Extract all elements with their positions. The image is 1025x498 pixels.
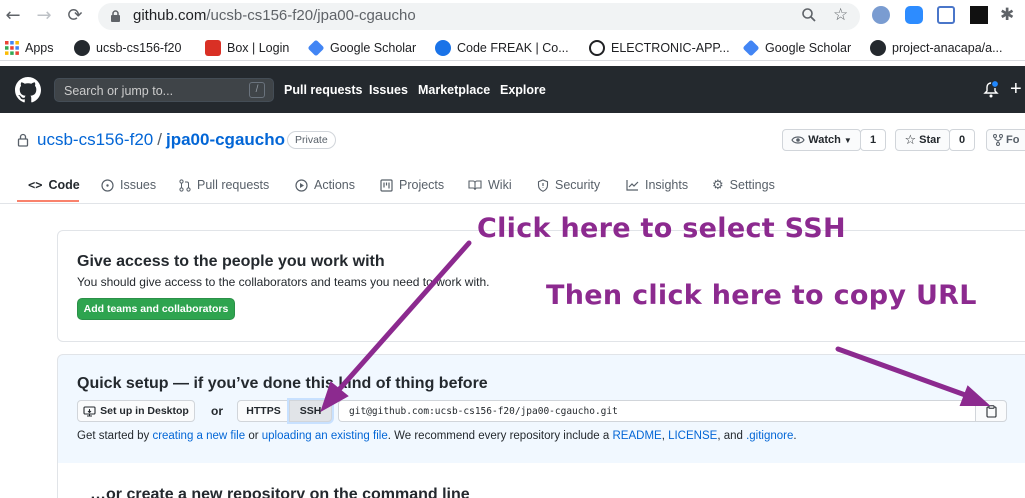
clipboard-icon <box>985 404 997 418</box>
chevron-down-icon: ▼ <box>843 135 852 145</box>
tab-settings[interactable]: ⚙ Settings <box>712 175 775 195</box>
repo-name-link[interactable]: jpa00-cgaucho <box>166 130 285 150</box>
project-icon <box>380 178 393 192</box>
github-icon <box>74 40 90 56</box>
create-file-link[interactable]: creating a new file <box>152 430 245 442</box>
quick-setup-hint: Get started by creating a new file or up… <box>77 430 797 442</box>
repo-separator: / <box>157 130 162 149</box>
tab-insights[interactable]: Insights <box>626 175 688 195</box>
watch-count[interactable]: 1 <box>860 129 886 151</box>
license-link[interactable]: LICENSE <box>668 430 717 442</box>
repo-title: ucsb-cs156-f20 / jpa00-cgaucho <box>17 130 285 150</box>
annotation-select-ssh: Click here to select SSH <box>477 213 846 244</box>
tab-issues[interactable]: Issues <box>101 175 156 195</box>
tab-code[interactable]: <> Code <box>28 175 80 195</box>
bookmark-apps[interactable]: Apps <box>5 39 54 57</box>
tabs-divider <box>0 203 1025 204</box>
selected-tab-underline <box>17 200 79 202</box>
bookmark-star-icon[interactable]: ☆ <box>833 5 848 25</box>
back-icon[interactable]: ← <box>2 4 24 28</box>
desktop-icon <box>83 405 96 416</box>
lock-icon <box>110 10 121 23</box>
box-icon <box>205 40 221 56</box>
nav-issues[interactable]: Issues <box>369 83 408 97</box>
issue-icon <box>101 178 114 192</box>
eye-icon <box>791 136 805 144</box>
star-count[interactable]: 0 <box>949 129 975 151</box>
visibility-badge: Private <box>287 131 336 149</box>
star-button[interactable]: ☆ Star <box>895 129 950 151</box>
nav-marketplace[interactable]: Marketplace <box>418 83 490 97</box>
gitignore-link[interactable]: .gitignore <box>746 430 793 442</box>
bookmark-ucsb-cs156[interactable]: ucsb-cs156-f20 <box>74 39 181 57</box>
quick-setup-title: Quick setup — if you’ve done this kind o… <box>77 375 488 392</box>
access-title: Give access to the people you work with <box>77 253 385 270</box>
fork-button[interactable]: Fo <box>986 129 1025 151</box>
tab-actions[interactable]: Actions <box>295 175 355 195</box>
code-icon: <> <box>28 178 43 192</box>
zoom-extension-icon[interactable] <box>905 6 923 24</box>
bookmark-google-scholar-2[interactable]: Google Scholar <box>742 39 851 57</box>
copy-url-button[interactable] <box>975 400 1007 422</box>
address-url[interactable]: github.com/ucsb-cs156-f20/jpa00-cgaucho <box>133 7 416 24</box>
globe-icon <box>589 40 605 56</box>
shield-icon <box>537 178 549 192</box>
tab-wiki[interactable]: Wiki <box>468 175 512 195</box>
bookmark-box[interactable]: Box | Login <box>205 39 289 57</box>
repo-owner-link[interactable]: ucsb-cs156-f20 <box>37 130 153 150</box>
github-logo-icon[interactable] <box>15 77 41 103</box>
annotation-copy-url: Then click here to copy URL <box>546 280 977 311</box>
puzzle-icon[interactable]: ✱ <box>1000 5 1014 25</box>
fork-icon <box>993 134 1003 146</box>
https-button[interactable]: HTTPS <box>237 400 290 422</box>
or-label: or <box>211 404 223 418</box>
tab-projects[interactable]: Projects <box>380 175 444 195</box>
extension-icon[interactable] <box>872 6 890 24</box>
bookmark-code-freak[interactable]: Code FREAK | Co... <box>435 39 569 57</box>
create-repo-title: …or create a new repository on the comma… <box>90 486 470 498</box>
search-input[interactable]: Search or jump to... <box>54 78 274 102</box>
star-icon: ☆ <box>904 132 917 148</box>
scholar-icon <box>742 39 760 57</box>
reload-icon[interactable]: ⟳ <box>64 4 86 28</box>
access-text: You should give access to the collaborat… <box>77 275 490 289</box>
scholar-icon <box>307 39 325 57</box>
lock-icon <box>17 133 29 147</box>
bookmark-project-anacapa[interactable]: project-anacapa/a... <box>870 39 1003 57</box>
play-icon <box>295 178 308 192</box>
zoom-icon[interactable] <box>801 7 817 23</box>
tab-pull-requests[interactable]: Pull requests <box>179 175 269 195</box>
pull-request-icon <box>179 178 191 192</box>
search-shortcut-key: / <box>249 82 265 98</box>
extension-icon[interactable] <box>970 6 988 24</box>
add-collaborators-button[interactable]: Add teams and collaborators <box>77 298 235 320</box>
readme-link[interactable]: README <box>613 430 662 442</box>
nav-pull-requests[interactable]: Pull requests <box>284 83 363 97</box>
apps-grid-icon <box>5 41 19 55</box>
bookmark-electronic-app[interactable]: ELECTRONIC-APP... <box>589 39 730 57</box>
bookmark-google-scholar[interactable]: Google Scholar <box>307 39 416 57</box>
forward-icon[interactable]: → <box>33 4 55 28</box>
graph-icon <box>626 180 639 191</box>
ssh-button[interactable]: SSH <box>289 400 332 422</box>
nav-explore[interactable]: Explore <box>500 83 546 97</box>
extension-icon[interactable] <box>937 6 955 24</box>
setup-desktop-button[interactable]: Set up in Desktop <box>77 400 195 422</box>
upload-file-link[interactable]: uploading an existing file <box>262 430 388 442</box>
tab-security[interactable]: Security <box>537 175 600 195</box>
clone-url-input[interactable]: git@github.com:ucsb-cs156-f20/jpa00-cgau… <box>338 400 976 422</box>
watch-button[interactable]: Watch ▼ <box>782 129 861 151</box>
codefreak-icon <box>435 40 451 56</box>
gear-icon: ⚙ <box>712 177 724 193</box>
github-icon <box>870 40 886 56</box>
bell-icon[interactable] <box>983 81 999 98</box>
book-icon <box>468 180 482 191</box>
plus-icon[interactable]: + <box>1010 78 1022 101</box>
